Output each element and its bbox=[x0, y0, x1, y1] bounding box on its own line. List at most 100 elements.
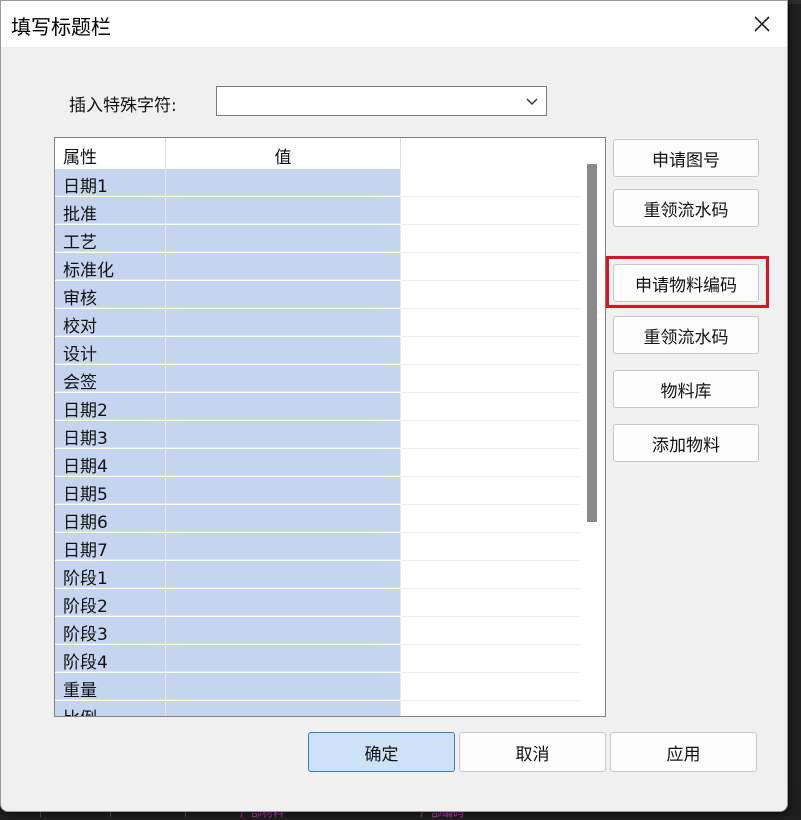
empty-cell bbox=[401, 225, 580, 253]
empty-cell bbox=[401, 393, 580, 421]
table-row[interactable]: 审核 bbox=[55, 281, 580, 309]
value-cell[interactable] bbox=[166, 337, 401, 364]
table-row[interactable]: 日期4 bbox=[55, 449, 580, 477]
column-header-value[interactable]: 值 bbox=[166, 138, 401, 169]
table-row[interactable]: 日期5 bbox=[55, 477, 580, 505]
value-cell[interactable] bbox=[166, 169, 401, 196]
attribute-cell[interactable]: 阶段4 bbox=[55, 645, 166, 673]
value-cell[interactable] bbox=[166, 449, 401, 476]
attribute-cell[interactable]: 审核 bbox=[55, 281, 166, 309]
vertical-scrollbar[interactable] bbox=[582, 138, 605, 716]
table-row[interactable]: 日期6 bbox=[55, 505, 580, 533]
empty-cell bbox=[401, 533, 580, 561]
attribute-cell[interactable]: 日期7 bbox=[55, 533, 166, 561]
reclaim-serial-button[interactable]: 重领流水码 bbox=[613, 189, 759, 227]
value-cell[interactable] bbox=[166, 561, 401, 588]
empty-cell bbox=[401, 169, 580, 197]
table-row[interactable]: 标准化 bbox=[55, 253, 580, 281]
empty-cell bbox=[401, 589, 580, 617]
value-cell[interactable] bbox=[166, 421, 401, 448]
attribute-cell[interactable]: 校对 bbox=[55, 309, 166, 337]
table-row[interactable]: 阶段4 bbox=[55, 645, 580, 673]
attribute-cell[interactable]: 日期4 bbox=[55, 449, 166, 477]
table-row[interactable]: 设计 bbox=[55, 337, 580, 365]
dialog-title: 填写标题栏 bbox=[11, 15, 111, 39]
attribute-cell[interactable]: 阶段1 bbox=[55, 561, 166, 589]
ok-button[interactable]: 确定 bbox=[308, 732, 455, 772]
empty-cell bbox=[401, 561, 580, 589]
special-char-select[interactable] bbox=[216, 86, 547, 116]
attribute-grid[interactable]: 属性 值 日期1 批准 工艺 标准化 审核 校对 设计 会签 日期2 日期3 日期4 日期5 日期6 日期… bbox=[54, 137, 606, 717]
value-cell[interactable] bbox=[166, 701, 401, 716]
value-cell[interactable] bbox=[166, 617, 401, 644]
table-row[interactable]: 阶段3 bbox=[55, 617, 580, 645]
value-cell[interactable] bbox=[166, 505, 401, 532]
attribute-cell[interactable]: 日期6 bbox=[55, 505, 166, 533]
add-material-button[interactable]: 添加物料 bbox=[613, 424, 759, 462]
value-cell[interactable] bbox=[166, 253, 401, 280]
apply-button[interactable]: 应用 bbox=[610, 732, 757, 772]
value-cell[interactable] bbox=[166, 673, 401, 700]
value-cell[interactable] bbox=[166, 533, 401, 560]
highlight-box bbox=[606, 256, 769, 308]
reclaim-serial-button-2[interactable]: 重领流水码 bbox=[613, 316, 759, 354]
table-row[interactable]: 批准 bbox=[55, 197, 580, 225]
chevron-down-icon bbox=[526, 98, 538, 105]
value-cell[interactable] bbox=[166, 309, 401, 336]
value-cell[interactable] bbox=[166, 393, 401, 420]
material-library-button[interactable]: 物料库 bbox=[613, 370, 759, 408]
table-row[interactable]: 会签 bbox=[55, 365, 580, 393]
attribute-cell[interactable]: 阶段3 bbox=[55, 617, 166, 645]
grid-header: 属性 值 bbox=[55, 138, 580, 169]
empty-cell bbox=[401, 197, 580, 225]
empty-cell bbox=[401, 337, 580, 365]
empty-cell bbox=[401, 673, 580, 701]
attribute-cell[interactable]: 批准 bbox=[55, 197, 166, 225]
empty-cell bbox=[401, 505, 580, 533]
empty-cell bbox=[401, 253, 580, 281]
empty-cell bbox=[401, 281, 580, 309]
attribute-cell[interactable]: 设计 bbox=[55, 337, 166, 365]
table-row[interactable]: 比例 bbox=[55, 701, 580, 716]
value-cell[interactable] bbox=[166, 365, 401, 392]
special-char-label: 插入特殊字符: bbox=[69, 96, 177, 116]
attribute-cell[interactable]: 日期2 bbox=[55, 393, 166, 421]
empty-cell bbox=[401, 449, 580, 477]
attribute-cell[interactable]: 日期3 bbox=[55, 421, 166, 449]
value-cell[interactable] bbox=[166, 197, 401, 224]
cancel-button[interactable]: 取消 bbox=[459, 732, 606, 772]
table-row[interactable]: 工艺 bbox=[55, 225, 580, 253]
apply-drawing-number-button[interactable]: 申请图号 bbox=[613, 139, 759, 177]
fill-title-block-dialog: 填写标题栏 插入特殊字符: 属性 值 日期1 批准 工艺 标准化 审核 校对 设计 会签 日期2… bbox=[0, 0, 788, 812]
table-row[interactable]: 日期1 bbox=[55, 169, 580, 197]
attribute-cell[interactable]: 日期5 bbox=[55, 477, 166, 505]
empty-cell bbox=[401, 477, 580, 505]
value-cell[interactable] bbox=[166, 225, 401, 252]
table-row[interactable]: 校对 bbox=[55, 309, 580, 337]
table-row[interactable]: 阶段2 bbox=[55, 589, 580, 617]
table-row[interactable]: 日期2 bbox=[55, 393, 580, 421]
empty-cell bbox=[401, 645, 580, 673]
empty-cell bbox=[401, 701, 580, 716]
scrollbar-thumb[interactable] bbox=[587, 164, 597, 522]
close-button[interactable] bbox=[743, 5, 781, 43]
attribute-cell[interactable]: 标准化 bbox=[55, 253, 166, 281]
attribute-cell[interactable]: 重量 bbox=[55, 673, 166, 701]
table-row[interactable]: 阶段1 bbox=[55, 561, 580, 589]
value-cell[interactable] bbox=[166, 589, 401, 616]
value-cell[interactable] bbox=[166, 281, 401, 308]
attribute-cell[interactable]: 会签 bbox=[55, 365, 166, 393]
table-row[interactable]: 日期7 bbox=[55, 533, 580, 561]
attribute-cell[interactable]: 工艺 bbox=[55, 225, 166, 253]
column-header-attribute[interactable]: 属性 bbox=[55, 138, 166, 169]
close-icon bbox=[754, 16, 770, 32]
value-cell[interactable] bbox=[166, 477, 401, 504]
table-row[interactable]: 日期3 bbox=[55, 421, 580, 449]
attribute-cell[interactable]: 阶段2 bbox=[55, 589, 166, 617]
attribute-cell[interactable]: 比例 bbox=[55, 701, 166, 716]
empty-cell bbox=[401, 365, 580, 393]
value-cell[interactable] bbox=[166, 645, 401, 672]
title-bar: 填写标题栏 bbox=[1, 1, 787, 47]
attribute-cell[interactable]: 日期1 bbox=[55, 169, 166, 197]
table-row[interactable]: 重量 bbox=[55, 673, 580, 701]
